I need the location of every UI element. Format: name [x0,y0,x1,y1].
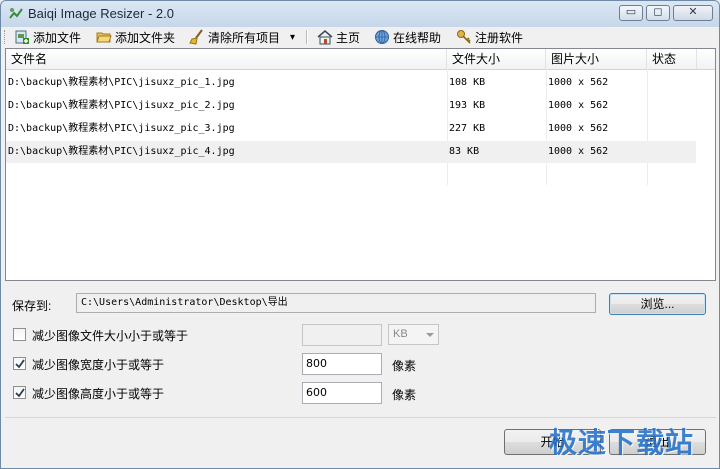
table-row[interactable]: D:\backup\教程素材\PIC\jisuxz_pic_1.jpg 108 … [6,72,696,94]
browse-button[interactable]: 浏览... [609,293,706,315]
table-row[interactable]: D:\backup\教程素材\PIC\jisuxz_pic_3.jpg 227 … [6,118,696,140]
filesize-unit-value: KB [393,328,408,340]
cell-image-size: 1000 x 562 [548,77,609,88]
toolbar-separator [306,30,308,44]
column-status[interactable]: 状态 [647,49,697,69]
home-button[interactable]: 主页 [317,28,360,46]
minimize-icon: ▭ [625,5,637,18]
checkmark-icon [15,388,25,398]
save-path-field[interactable]: C:\Users\Administrator\Desktop\导出 [76,293,596,313]
help-icon [375,30,389,44]
cell-file-size: 227 KB [449,123,486,134]
toolbar: 添加文件 添加文件夹 清除所有项目 ▾ 主页 在线帮助 注册软件 [1,27,719,47]
key-icon [457,30,471,44]
broom-icon [189,29,203,45]
cell-file-name: D:\backup\教程素材\PIC\jisuxz_pic_4.jpg [8,146,235,157]
online-help-button[interactable]: 在线帮助 [374,28,441,46]
clear-all-button[interactable]: 清除所有项目 [189,28,280,46]
height-unit-label: 像素 [392,388,417,402]
register-label: 注册软件 [475,30,524,45]
height-input[interactable]: 600 [302,382,382,404]
cell-file-name: D:\backup\教程素材\PIC\jisuxz_pic_1.jpg [8,77,235,88]
column-image-size[interactable]: 图片大小 [546,49,647,69]
close-button[interactable]: ✕ [673,5,713,21]
cell-image-size: 1000 x 562 [548,146,609,157]
cell-file-size: 193 KB [449,100,486,111]
add-file-label: 添加文件 [33,30,82,45]
clear-all-dropdown[interactable]: ▾ [290,28,295,46]
add-file-icon [15,30,29,44]
filesize-unit-select[interactable]: KB [388,324,439,345]
chevron-down-icon: ▾ [290,31,296,43]
window-title: Baiqi Image Resizer - 2.0 [28,6,174,21]
bottom-divider [5,417,716,418]
site-watermark: 极速下载站 [549,426,695,459]
file-list-header: 文件名 文件大小 图片大小 状态 [6,49,715,70]
width-unit-label: 像素 [392,359,417,373]
column-file-size[interactable]: 文件大小 [447,49,546,69]
online-help-label: 在线帮助 [393,30,442,45]
table-row[interactable]: D:\backup\教程素材\PIC\jisuxz_pic_2.jpg 193 … [6,95,696,117]
chevron-down-icon [426,333,434,337]
clear-all-label: 清除所有项目 [208,30,281,45]
reduce-filesize-label: 减少图像文件大小小于或等于 [32,329,189,343]
maximize-icon: ◻ [653,5,663,18]
save-to-label: 保存到: [12,299,52,313]
column-file-name[interactable]: 文件名 [6,49,447,69]
checkmark-icon [15,359,25,369]
maximize-button[interactable]: ◻ [646,5,670,21]
home-icon [317,30,333,45]
cell-file-name: D:\backup\教程素材\PIC\jisuxz_pic_3.jpg [8,123,235,134]
add-file-button[interactable]: 添加文件 [14,28,81,46]
cell-image-size: 1000 x 562 [548,100,609,111]
add-folder-button[interactable]: 添加文件夹 [96,28,175,46]
add-folder-label: 添加文件夹 [115,30,176,45]
minimize-button[interactable]: ▭ [619,5,643,21]
reduce-width-checkbox[interactable] [13,357,26,370]
register-button[interactable]: 注册软件 [456,28,523,46]
app-window: Baiqi Image Resizer - 2.0 ▭ ◻ ✕ 添加文件 添加文… [0,0,720,469]
reduce-height-checkbox[interactable] [13,386,26,399]
reduce-height-label: 减少图像高度小于或等于 [32,387,165,401]
close-icon: ✕ [688,5,698,18]
toolbar-grip [4,30,8,44]
file-list[interactable]: 文件名 文件大小 图片大小 状态 D:\backup\教程素材\PIC\jisu… [5,48,716,281]
width-input[interactable]: 800 [302,353,382,375]
cell-file-size: 83 KB [449,146,480,157]
table-row[interactable]: D:\backup\教程素材\PIC\jisuxz_pic_4.jpg 83 K… [6,141,696,163]
app-logo-icon [9,8,23,19]
reduce-filesize-checkbox[interactable] [13,328,26,341]
cell-file-size: 108 KB [449,77,486,88]
reduce-width-label: 减少图像宽度小于或等于 [32,358,165,372]
cell-image-size: 1000 x 562 [548,123,609,134]
title-bar: Baiqi Image Resizer - 2.0 ▭ ◻ ✕ [1,1,719,28]
folder-open-icon [96,32,112,43]
filesize-input[interactable] [302,324,382,346]
cell-file-name: D:\backup\教程素材\PIC\jisuxz_pic_2.jpg [8,100,235,111]
home-label: 主页 [336,30,361,45]
